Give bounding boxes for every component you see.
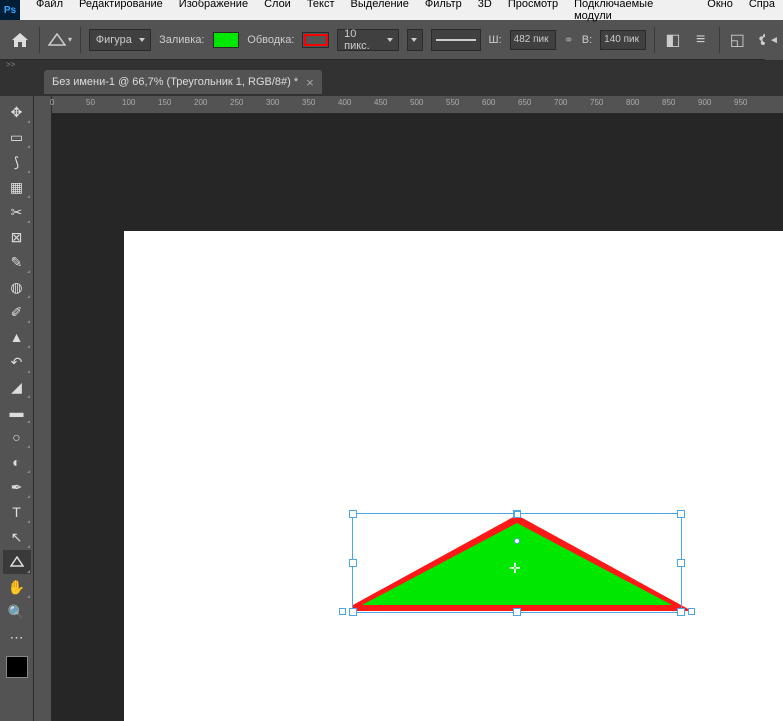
handle-bot-mid[interactable]	[513, 608, 521, 616]
heal-tool[interactable]: ◍	[3, 275, 31, 299]
menu-Фильтр[interactable]: Фильтр	[417, 0, 470, 22]
rotation-pivot-icon[interactable]	[514, 538, 520, 544]
foreground-color[interactable]	[6, 656, 28, 678]
ruler-tick: 550	[446, 98, 459, 107]
text-tool[interactable]: T	[3, 500, 31, 524]
ruler-tick: 900	[698, 98, 711, 107]
zoom-tool[interactable]: 🔍	[3, 600, 31, 624]
shape-mode-dropdown[interactable]: Фигура	[89, 29, 151, 51]
dodge-tool[interactable]: ◐	[3, 450, 31, 474]
menu-Файл[interactable]: Файл	[28, 0, 71, 22]
menu-Слои[interactable]: Слои	[256, 0, 299, 22]
document-tab-title: Без имени-1 @ 66,7% (Треугольник 1, RGB/…	[52, 76, 298, 88]
ps-logo: Ps	[0, 0, 20, 20]
path-select-tool[interactable]: ↖	[3, 525, 31, 549]
menu-Окно[interactable]: Окно	[699, 0, 741, 22]
menu-Подключаемые модули[interactable]: Подключаемые модули	[566, 0, 699, 22]
crop-tool[interactable]: ✂	[3, 200, 31, 224]
ruler-tick: 500	[410, 98, 423, 107]
ruler-tick: 200	[194, 98, 207, 107]
blur-tool[interactable]: ○	[3, 425, 31, 449]
menu-Спра[interactable]: Спра	[741, 0, 783, 22]
ruler-tick: 350	[302, 98, 315, 107]
ruler-tick: 750	[590, 98, 603, 107]
ruler-tick: 600	[482, 98, 495, 107]
gradient-tool[interactable]: ▬	[3, 400, 31, 424]
menu-Редактирование[interactable]: Редактирование	[71, 0, 171, 22]
menu-Изображение[interactable]: Изображение	[171, 0, 256, 22]
menu-Текст[interactable]: Текст	[299, 0, 343, 22]
brush-tool[interactable]: ✐	[3, 300, 31, 324]
lasso-tool[interactable]: ⟆	[3, 150, 31, 174]
tool-preset-icon[interactable]: ▾	[48, 26, 72, 54]
ruler-tick: 400	[338, 98, 351, 107]
ruler-tick: 150	[158, 98, 171, 107]
hand-tool[interactable]: ✋	[3, 575, 31, 599]
eyedropper-tool[interactable]: ✎	[3, 250, 31, 274]
height-input[interactable]	[600, 30, 646, 50]
align-icon[interactable]: ≡	[691, 28, 711, 52]
arrange-icon[interactable]: ◱	[727, 28, 747, 52]
right-panel-toggle[interactable]: ◄	[765, 20, 783, 60]
stroke-swatch[interactable]	[302, 32, 329, 48]
fill-label: Заливка:	[159, 34, 204, 46]
stroke-width-dropdown[interactable]: 10 пикс.	[337, 29, 399, 51]
stroke-width-stepper[interactable]	[407, 29, 422, 51]
horizontal-ruler: 0 50 100 150 200 250 300 350 400 450 500 550 600 650 7…	[52, 96, 783, 114]
transform-bounding-box[interactable]: ✛	[352, 513, 682, 613]
handle-mid-right[interactable]	[677, 559, 685, 567]
object-select-tool[interactable]: ▦	[3, 175, 31, 199]
handle-top-right[interactable]	[677, 510, 685, 518]
document-tab[interactable]: Без имени-1 @ 66,7% (Треугольник 1, RGB/…	[44, 70, 322, 94]
pen-tool[interactable]: ✒	[3, 475, 31, 499]
anchor-bl[interactable]	[339, 608, 346, 615]
menu-Выделение[interactable]: Выделение	[343, 0, 417, 22]
menu-Просмотр[interactable]: Просмотр	[500, 0, 566, 22]
ruler-tick: 700	[554, 98, 567, 107]
ruler-tick: 800	[626, 98, 639, 107]
eraser-tool[interactable]: ◢	[3, 375, 31, 399]
ruler-tick: 300	[266, 98, 279, 107]
anchor-top[interactable]	[514, 511, 521, 518]
ruler-tick: 250	[230, 98, 243, 107]
move-tool[interactable]: ✥	[3, 100, 31, 124]
handle-top-left[interactable]	[349, 510, 357, 518]
ruler-tick: 100	[122, 98, 135, 107]
ruler-tick: 50	[86, 98, 95, 107]
stroke-style-dropdown[interactable]	[431, 29, 481, 51]
tool-panel: ✥ ▭ ⟆ ▦ ✂ ⊠ ✎ ◍ ✐ ▲ ↶ ◢ ▬ ○ ◐ ✒ T ↖ ✋ 🔍 …	[0, 96, 34, 721]
menu-3D[interactable]: 3D	[470, 0, 500, 22]
ruler-tick: 850	[662, 98, 675, 107]
frame-tool[interactable]: ⊠	[3, 225, 31, 249]
width-label: Ш:	[489, 34, 502, 46]
handle-bot-right[interactable]	[677, 608, 685, 616]
edit-toolbar[interactable]: ⋯	[3, 625, 31, 649]
home-button[interactable]	[8, 26, 31, 54]
ruler-tick: 450	[374, 98, 387, 107]
canvas[interactable]	[124, 231, 783, 721]
anchor-br[interactable]	[688, 608, 695, 615]
stroke-label: Обводка:	[247, 34, 294, 46]
fill-swatch[interactable]	[213, 32, 240, 48]
width-input[interactable]	[510, 30, 556, 50]
link-dimensions-icon[interactable]: ⚭	[564, 33, 574, 47]
center-target-icon: ✛	[509, 560, 521, 577]
handle-bot-left[interactable]	[349, 608, 357, 616]
ruler-tick: 950	[734, 98, 747, 107]
handle-mid-left[interactable]	[349, 559, 357, 567]
vertical-ruler	[34, 96, 52, 721]
ruler-tick: 650	[518, 98, 531, 107]
panel-collapse-hint[interactable]: >>	[0, 60, 783, 68]
shape-tool[interactable]	[3, 550, 31, 574]
height-label: В:	[582, 34, 592, 46]
close-tab-icon[interactable]: ×	[306, 75, 314, 90]
history-brush-tool[interactable]: ↶	[3, 350, 31, 374]
path-ops-icon[interactable]: ◧	[663, 28, 683, 52]
marquee-tool[interactable]: ▭	[3, 125, 31, 149]
ruler-tick: 0	[50, 98, 54, 107]
stamp-tool[interactable]: ▲	[3, 325, 31, 349]
